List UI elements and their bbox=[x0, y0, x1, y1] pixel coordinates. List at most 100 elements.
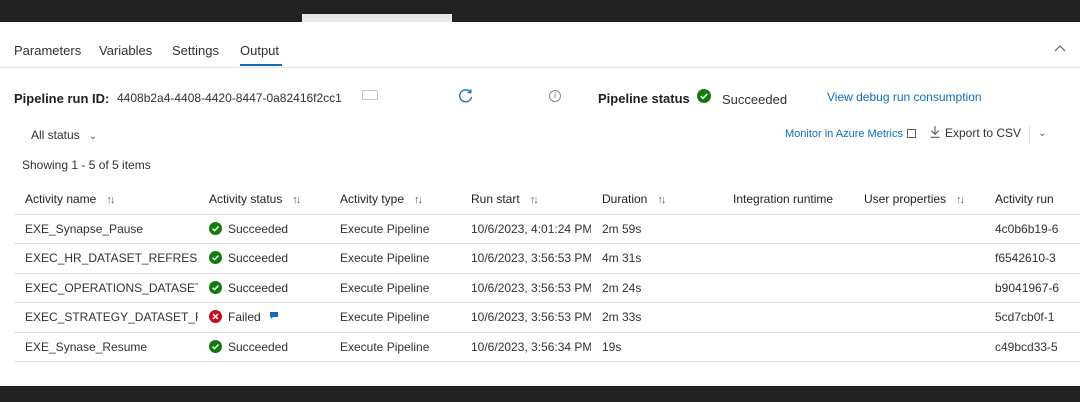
column-header-run-start[interactable]: Run start ↑↓ bbox=[460, 184, 591, 215]
cell-user-properties bbox=[853, 273, 984, 303]
cell-activity-status[interactable]: Failed bbox=[198, 302, 329, 333]
info-icon[interactable]: i bbox=[549, 90, 561, 102]
tab-output[interactable]: Output bbox=[240, 43, 279, 58]
cell-activity-run: f6542610-3 bbox=[984, 243, 1080, 274]
activity-name-text: EXEC_OPERATIONS_DATASET… bbox=[25, 280, 198, 295]
tab-settings[interactable]: Settings bbox=[172, 43, 219, 58]
table-row[interactable]: EXE_Synase_Resume Succeeded Execute Pipeli… bbox=[14, 332, 1080, 362]
sort-arrows-icon[interactable]: ↑↓ bbox=[530, 194, 539, 206]
column-header-label: Activity run bbox=[995, 191, 1054, 206]
cell-integration-runtime bbox=[722, 243, 853, 274]
activity-run-text: f6542610-3 bbox=[995, 251, 1056, 266]
cell-run-start: 10/6/2023, 3:56:53 PM bbox=[460, 243, 591, 274]
column-header-integration-runtime[interactable]: Integration runtime bbox=[722, 184, 853, 215]
cell-activity-name[interactable]: EXEC_STRATEGY_DATASET_RE… bbox=[14, 302, 198, 333]
cell-duration: 2m 59s bbox=[591, 214, 722, 244]
sort-arrows-icon[interactable]: ↑↓ bbox=[414, 194, 423, 206]
duration-text: 2m 24s bbox=[602, 280, 642, 295]
column-header-label: Run start bbox=[471, 191, 520, 206]
checkmark-circle-icon bbox=[209, 221, 222, 235]
checkmark-circle-icon bbox=[209, 280, 222, 294]
pipeline-status-label: Pipeline status bbox=[598, 91, 690, 106]
cell-activity-name[interactable]: EXEC_OPERATIONS_DATASET… bbox=[14, 273, 198, 303]
activity-type-text: Execute Pipeline bbox=[340, 310, 430, 325]
copy-icon[interactable] bbox=[362, 90, 378, 100]
run-start-text: 10/6/2023, 3:56:53 PM bbox=[471, 280, 591, 295]
cell-duration: 2m 24s bbox=[591, 273, 722, 303]
run-start-text: 10/6/2023, 3:56:34 PM bbox=[471, 339, 591, 354]
table-row[interactable]: EXEC_OPERATIONS_DATASET… Succeeded Execute… bbox=[14, 273, 1080, 303]
table-row[interactable]: EXEC_STRATEGY_DATASET_RE… Failed Execute P… bbox=[14, 302, 1080, 333]
error-details-icon[interactable] bbox=[268, 311, 279, 320]
cell-activity-name[interactable]: EXE_Synase_Resume bbox=[14, 332, 198, 362]
cell-activity-name[interactable]: EXE_Synapse_Pause bbox=[14, 214, 198, 244]
cell-integration-runtime bbox=[722, 302, 853, 333]
activity-run-text: c49bcd33-5 bbox=[995, 339, 1058, 354]
column-header-activity-run[interactable]: Activity run bbox=[984, 184, 1080, 215]
item-count: Showing 1 - 5 of 5 items bbox=[22, 158, 151, 172]
column-header-activity-name[interactable]: Activity name ↑↓ bbox=[14, 184, 198, 215]
activity-run-text: 5cd7cb0f-1 bbox=[995, 310, 1055, 325]
column-header-duration[interactable]: Duration ↑↓ bbox=[591, 184, 722, 215]
cell-run-start: 10/6/2023, 4:01:24 PM bbox=[460, 214, 591, 244]
cell-integration-runtime bbox=[722, 273, 853, 303]
column-header-activity-status[interactable]: Activity status ↑↓ bbox=[198, 184, 329, 215]
tab-bar: Parameters Variables Settings Output bbox=[0, 22, 1080, 68]
activity-runs-table: Activity name ↑↓ Activity status ↑↓ Activity… bbox=[14, 184, 1080, 362]
top-window-bar bbox=[0, 0, 1080, 22]
export-csv-button[interactable]: Export to CSV bbox=[930, 126, 1021, 140]
activity-name-text: EXE_Synase_Resume bbox=[25, 339, 148, 354]
table-header-row: Activity name ↑↓ Activity status ↑↓ Activity… bbox=[14, 184, 1080, 215]
cell-duration: 2m 33s bbox=[591, 302, 722, 333]
cell-run-start: 10/6/2023, 3:56:53 PM bbox=[460, 302, 591, 333]
cell-activity-type: Execute Pipeline bbox=[329, 302, 460, 333]
cell-activity-type: Execute Pipeline bbox=[329, 332, 460, 362]
checkmark-circle-icon bbox=[697, 89, 711, 103]
export-divider bbox=[1029, 126, 1030, 144]
column-header-user-properties[interactable]: User properties ↑↓ bbox=[853, 184, 984, 215]
cell-activity-status: Succeeded bbox=[198, 243, 329, 274]
refresh-icon[interactable] bbox=[457, 87, 475, 105]
activity-run-text: 4c0b6b19-6 bbox=[995, 221, 1059, 236]
chevron-down-icon[interactable]: ⌄ bbox=[1038, 128, 1046, 139]
cell-activity-run: b9041967-6 bbox=[984, 273, 1080, 303]
cell-activity-status: Succeeded bbox=[198, 214, 329, 244]
sort-arrows-icon[interactable]: ↑↓ bbox=[106, 194, 115, 206]
table-row[interactable]: EXEC_HR_DATASET_REFRESH Succeeded Execute … bbox=[14, 243, 1080, 274]
status-text: Succeeded bbox=[228, 251, 289, 266]
chevron-up-icon[interactable] bbox=[1054, 40, 1066, 55]
cell-duration: 19s bbox=[591, 332, 722, 362]
output-panel: Parameters Variables Settings Output Pip… bbox=[0, 22, 1080, 386]
cell-integration-runtime bbox=[722, 332, 853, 362]
column-header-activity-type[interactable]: Activity type ↑↓ bbox=[329, 184, 460, 215]
status-filter-dropdown[interactable]: All status ⌄ bbox=[31, 128, 97, 142]
table-body: EXE_Synapse_Pause Succeeded Execute Pipeli… bbox=[14, 214, 1080, 362]
status-text: Succeeded bbox=[228, 221, 289, 236]
sort-arrows-icon[interactable]: ↑↓ bbox=[292, 194, 301, 206]
cell-activity-type: Execute Pipeline bbox=[329, 243, 460, 274]
view-debug-consumption-link[interactable]: View debug run consumption bbox=[827, 90, 982, 104]
open-external-icon bbox=[906, 129, 916, 138]
run-start-text: 10/6/2023, 3:56:53 PM bbox=[471, 251, 591, 266]
cell-run-start: 10/6/2023, 3:56:34 PM bbox=[460, 332, 591, 362]
cell-run-start: 10/6/2023, 3:56:53 PM bbox=[460, 273, 591, 303]
tab-parameters[interactable]: Parameters bbox=[14, 43, 81, 58]
column-header-label: Activity name bbox=[25, 191, 97, 206]
checkmark-circle-icon bbox=[209, 339, 222, 353]
activity-type-text: Execute Pipeline bbox=[340, 339, 430, 354]
table-row[interactable]: EXE_Synapse_Pause Succeeded Execute Pipeli… bbox=[14, 214, 1080, 244]
status-filter-label: All status bbox=[31, 128, 80, 142]
cell-activity-status: Succeeded bbox=[198, 273, 329, 303]
run-start-text: 10/6/2023, 3:56:53 PM bbox=[471, 310, 591, 325]
error-circle-icon bbox=[209, 310, 222, 324]
monitor-azure-metrics-link[interactable]: Monitor in Azure Metrics bbox=[785, 128, 916, 140]
sort-arrows-icon[interactable]: ↑↓ bbox=[657, 194, 666, 206]
cell-user-properties bbox=[853, 243, 984, 274]
cell-activity-type: Execute Pipeline bbox=[329, 214, 460, 244]
column-header-label: Duration bbox=[602, 191, 648, 206]
tab-variables[interactable]: Variables bbox=[99, 43, 152, 58]
cell-activity-name[interactable]: EXEC_HR_DATASET_REFRESH bbox=[14, 243, 198, 274]
column-header-label: User properties bbox=[864, 191, 947, 206]
sort-arrows-icon[interactable]: ↑↓ bbox=[956, 194, 965, 206]
duration-text: 4m 31s bbox=[602, 251, 642, 266]
